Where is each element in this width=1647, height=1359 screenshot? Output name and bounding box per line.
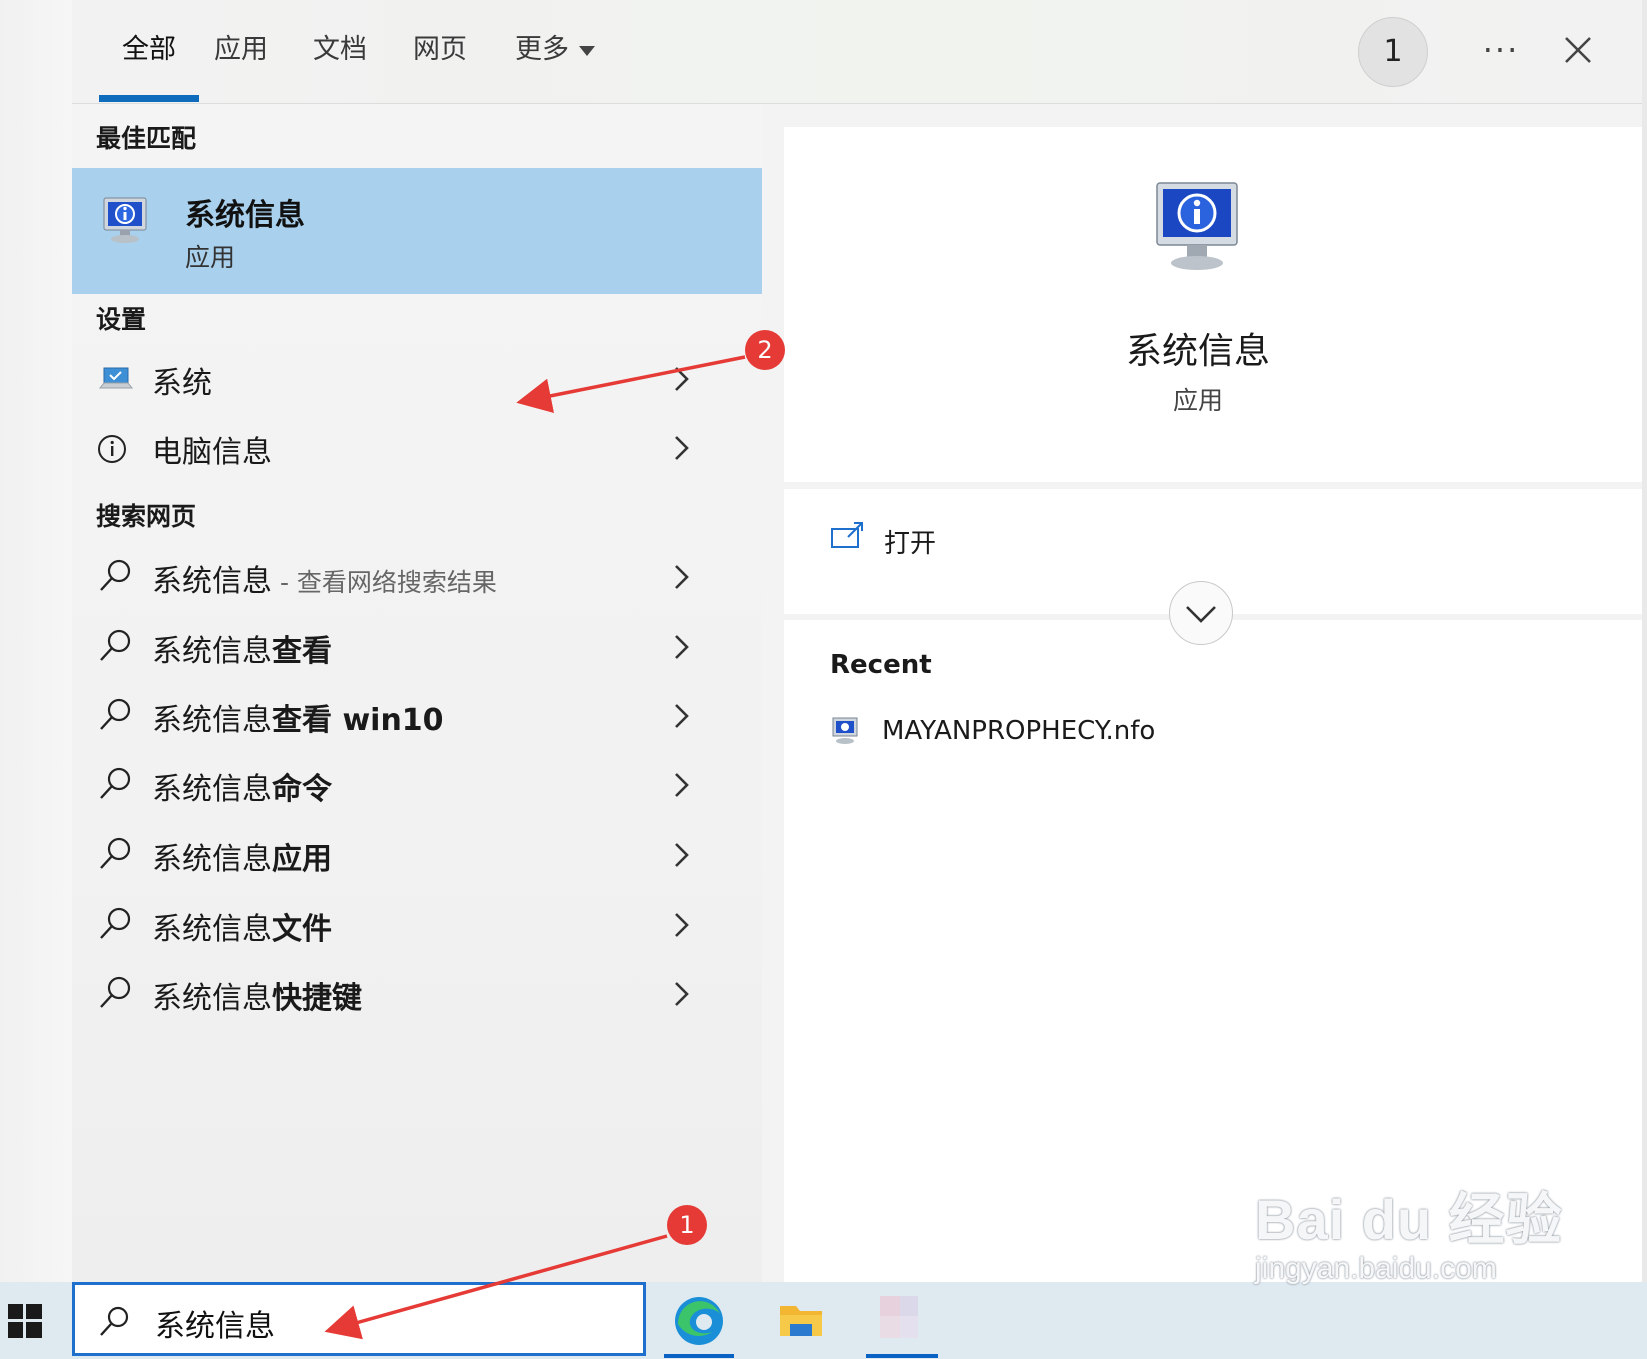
chevron-right-icon <box>666 908 696 942</box>
search-icon <box>96 973 136 1013</box>
web-result-label: 系统信息查看 <box>152 634 332 669</box>
recent-title: Recent <box>830 650 932 680</box>
section-title-settings: 设置 <box>96 305 147 334</box>
chevron-right-icon <box>666 768 696 802</box>
system-information-icon <box>98 194 156 254</box>
detail-header-card: 系统信息 应用 <box>784 127 1642 482</box>
search-icon <box>96 695 136 735</box>
detail-pane: 系统信息 应用 打开 Recent MAYANPROPHECY.nfo <box>784 127 1642 1282</box>
close-icon <box>1565 37 1591 63</box>
taskbar-edge-button[interactable] <box>664 1286 734 1352</box>
chevron-right-icon <box>666 977 696 1011</box>
desktop-background-right <box>1642 0 1647 1282</box>
close-button[interactable] <box>1550 22 1606 78</box>
active-tab-indicator <box>99 95 199 102</box>
watermark-url: jingyan.baidu.com <box>1255 1252 1497 1285</box>
section-title-web: 搜索网页 <box>96 502 197 531</box>
search-panel: 全部 应用 文档 网页 更多 1 ··· 最佳匹配 系统信息 应用 设置 系统 … <box>72 0 1642 1282</box>
detail-title: 系统信息 <box>1125 331 1270 372</box>
chevron-right-icon <box>666 699 696 733</box>
open-external-icon <box>831 522 863 548</box>
tab-all[interactable]: 全部 <box>99 0 199 103</box>
web-result-label: 系统信息 - 查看网络搜索结果 <box>152 564 497 599</box>
system-information-file-icon <box>832 717 858 744</box>
web-result-item[interactable]: 系统信息文件 <box>72 890 762 958</box>
tab-documents[interactable]: 文档 <box>305 0 375 103</box>
web-result-item[interactable]: 系统信息查看 <box>72 612 762 680</box>
search-icon <box>100 1306 129 1336</box>
open-label: 打开 <box>884 529 937 559</box>
taskbar-app-button[interactable] <box>866 1286 936 1352</box>
best-match-subtitle: 应用 <box>185 243 236 272</box>
tab-more[interactable]: 更多 <box>505 0 605 103</box>
chevron-right-icon <box>666 630 696 664</box>
web-result-label: 系统信息快捷键 <box>152 981 362 1016</box>
chevron-right-icon <box>666 431 696 465</box>
chevron-right-icon <box>666 838 696 872</box>
desktop-background-left <box>0 0 72 1282</box>
caret-down-icon <box>579 45 595 56</box>
laptop-icon <box>96 358 136 398</box>
web-result-label: 系统信息应用 <box>152 842 332 877</box>
web-result-item[interactable]: 系统信息 - 查看网络搜索结果 <box>72 542 762 610</box>
tab-web[interactable]: 网页 <box>405 0 475 103</box>
more-options-button[interactable]: ··· <box>1471 20 1531 80</box>
folder-icon <box>780 1306 822 1336</box>
web-result-label: 系统信息查看 win10 <box>152 703 444 738</box>
tab-apps[interactable]: 应用 <box>206 0 276 103</box>
best-match-result[interactable]: 系统信息 应用 <box>72 168 762 294</box>
search-icon <box>96 904 136 944</box>
rewards-count-badge[interactable]: 1 <box>1358 17 1428 87</box>
search-tabs-bar: 全部 应用 文档 网页 更多 1 ··· <box>72 0 1642 104</box>
annotation-badge-1: 1 <box>667 1205 707 1245</box>
taskbar: 系统信息 <box>0 1282 1647 1359</box>
windows-start-icon[interactable] <box>8 1304 42 1338</box>
taskbar-file-explorer-button[interactable] <box>766 1286 836 1352</box>
section-title-best-match: 最佳匹配 <box>96 124 197 153</box>
results-list: 最佳匹配 系统信息 应用 设置 系统 电脑信息 搜索网页 系统信息 - 查看网络… <box>72 104 762 1282</box>
info-icon <box>96 427 136 467</box>
expand-button[interactable] <box>1169 581 1233 645</box>
settings-item-label: 系统 <box>152 366 212 401</box>
taskbar-search-input[interactable]: 系统信息 <box>72 1282 646 1356</box>
settings-item-label: 电脑信息 <box>152 435 272 470</box>
web-result-item[interactable]: 系统信息应用 <box>72 820 762 888</box>
edge-browser-icon <box>675 1297 723 1345</box>
taskbar-active-indicator <box>866 1354 938 1358</box>
baidu-jingyan-watermark: Bai du 经验 jingyan.baidu.com <box>1255 1175 1563 1286</box>
system-information-large-icon <box>1149 179 1247 283</box>
search-icon <box>96 556 136 596</box>
search-input-value: 系统信息 <box>155 1309 275 1344</box>
web-result-item[interactable]: 系统信息快捷键 <box>72 959 762 1027</box>
chevron-down-icon <box>1186 606 1216 623</box>
web-result-label: 系统信息文件 <box>152 912 332 947</box>
search-icon <box>96 626 136 666</box>
blurred-app-icon <box>880 1296 918 1338</box>
detail-subtitle: 应用 <box>1172 386 1223 415</box>
watermark-logo: Bai du 经验 <box>1255 1188 1563 1251</box>
search-icon <box>96 764 136 804</box>
settings-item-system[interactable]: 系统 <box>72 344 762 412</box>
chevron-right-icon <box>666 362 696 396</box>
chevron-right-icon <box>666 560 696 594</box>
taskbar-active-indicator <box>664 1354 734 1358</box>
best-match-title: 系统信息 <box>185 198 305 233</box>
annotation-badge-2: 2 <box>745 330 785 370</box>
web-result-label: 系统信息命令 <box>152 772 332 807</box>
web-result-item[interactable]: 系统信息查看 win10 <box>72 681 762 749</box>
recent-item-label: MAYANPROPHECY.nfo <box>882 716 1156 746</box>
search-icon <box>96 834 136 874</box>
settings-item-pc-info[interactable]: 电脑信息 <box>72 413 762 481</box>
web-result-item[interactable]: 系统信息命令 <box>72 750 762 818</box>
